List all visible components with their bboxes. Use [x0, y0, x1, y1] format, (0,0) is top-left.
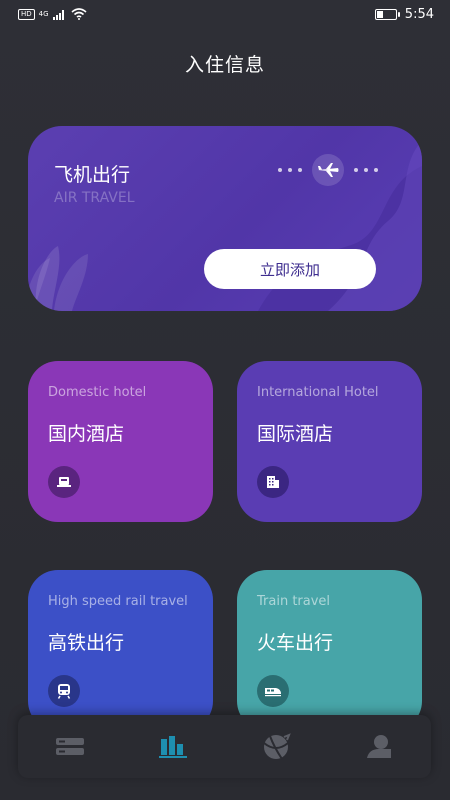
bullet-train-icon [257, 675, 289, 707]
building-icon [257, 466, 289, 498]
network-type: 4G [38, 10, 49, 18]
plane-track [278, 154, 378, 186]
card-title: 火车出行 [257, 632, 334, 654]
card-subtitle: Domestic hotel [48, 385, 147, 400]
tab-hotel[interactable] [143, 722, 203, 772]
tab-profile[interactable] [349, 722, 409, 772]
globe-icon [263, 732, 291, 760]
status-right: 5:54 [374, 7, 434, 22]
international-hotel-card[interactable]: International Hotel 国际酒店 [237, 361, 422, 522]
air-travel-card[interactable]: 飞机出行 AIR TRAVEL 立即添加 [28, 126, 422, 311]
card-title: 国际酒店 [257, 423, 334, 445]
card-subtitle: Train travel [257, 594, 331, 609]
domestic-hotel-card[interactable]: Domestic hotel 国内酒店 [28, 361, 213, 522]
page-title: 入住信息 [184, 54, 265, 76]
bottom-tab-bar [18, 715, 431, 778]
card-subtitle: International Hotel [257, 385, 379, 400]
status-left: HD 4G [18, 8, 87, 20]
tab-globe[interactable] [246, 722, 306, 772]
add-now-button[interactable]: 立即添加 [204, 249, 376, 289]
signal-icon [52, 9, 64, 20]
air-travel-subtitle: AIR TRAVEL [54, 190, 135, 206]
train-front-icon [48, 675, 80, 707]
tab-list[interactable] [40, 722, 100, 772]
battery-icon [374, 9, 400, 20]
list-icon [55, 737, 84, 755]
airplane-icon [312, 154, 344, 186]
wifi-icon [71, 8, 87, 20]
card-subtitle: High speed rail travel [48, 594, 188, 609]
card-title: 国内酒店 [48, 423, 125, 445]
building-chart-icon [158, 735, 187, 758]
clock: 5:54 [404, 7, 434, 22]
hd-badge: HD [18, 8, 35, 20]
card-title: 高铁出行 [48, 632, 125, 654]
hotel-bed-icon [48, 466, 80, 498]
air-travel-title: 飞机出行 [54, 164, 131, 186]
high-speed-rail-card[interactable]: High speed rail travel 高铁出行 [28, 570, 213, 731]
train-travel-card[interactable]: Train travel 火车出行 [237, 570, 422, 731]
profile-icon [367, 734, 392, 758]
status-bar: HD 4G 5:54 [0, 0, 450, 32]
